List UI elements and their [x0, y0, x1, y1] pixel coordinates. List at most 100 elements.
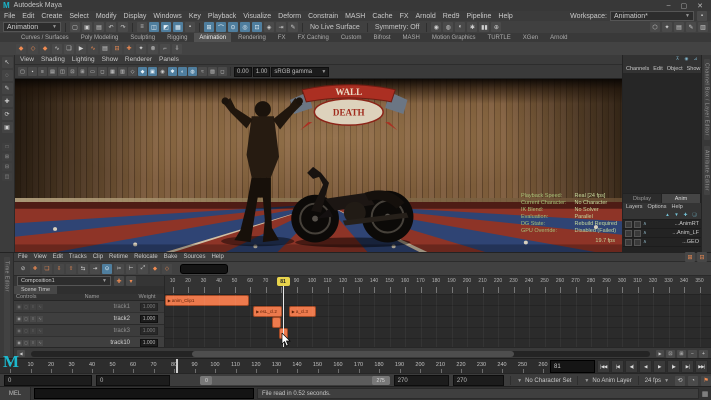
channel-box-menu-edit[interactable]: Edit [653, 66, 662, 72]
menu-edit[interactable]: Edit [22, 13, 34, 20]
time-editor-menu-view[interactable]: View [34, 254, 47, 260]
undo-icon[interactable]: ↶ [106, 22, 116, 32]
track-control-icon[interactable]: ◼ [16, 327, 22, 334]
bookmarks-icon[interactable]: ▤ [48, 67, 57, 76]
channel-box-menu-show[interactable]: Show [687, 66, 701, 72]
wireframe-icon[interactable]: ◇ [128, 67, 137, 76]
motion-blur-icon[interactable]: ≈ [198, 67, 207, 76]
te-frame-all-icon[interactable]: ⊡ [666, 349, 675, 358]
channel-box-empty-area[interactable] [623, 74, 701, 193]
shaded-icon[interactable]: ◆ [138, 67, 147, 76]
menu-deform[interactable]: Deform [278, 13, 301, 20]
select-by-type-icon[interactable]: ▦ [173, 22, 183, 32]
layer-mute-toggle[interactable] [625, 238, 632, 246]
time-editor-menu-bake[interactable]: Bake [164, 254, 178, 260]
time-editor-menu-edit[interactable]: Edit [53, 254, 63, 260]
color-management-dropdown[interactable]: sRGB gamma ▼ [271, 66, 330, 77]
shelf-tab-bifrost[interactable]: Bifrost [369, 33, 396, 42]
menu-mash[interactable]: MASH [345, 13, 365, 20]
select-object-icon[interactable]: ◫ [149, 22, 159, 32]
minimize-button[interactable]: – [667, 2, 671, 10]
time-editor-ruler[interactable]: 1020304050607080901001101201301401501601… [165, 276, 711, 295]
te-dock-icon[interactable]: ⊞ [685, 252, 695, 262]
viewport-menu-view[interactable]: View [20, 56, 34, 63]
motion-trail-icon[interactable]: ∿ [52, 43, 62, 54]
range-end-handle[interactable]: 275 [371, 376, 390, 385]
step-back-frame-button[interactable]: |◀ [611, 360, 624, 373]
track-control-icon[interactable]: ◼ [16, 315, 22, 322]
open-scene-icon[interactable]: ▣ [82, 22, 92, 32]
playhead-flag[interactable]: 81 [276, 277, 290, 286]
move-layer-down-icon[interactable]: ▼ [673, 211, 680, 218]
menu-modify[interactable]: Modify [96, 13, 117, 20]
shelf-tab-fx[interactable]: FX [273, 33, 291, 42]
hik-character-icon[interactable]: ✦ [136, 43, 146, 54]
track-control-icon[interactable]: ◻ [23, 339, 29, 346]
evaluation-icon[interactable]: ⊕ [491, 22, 502, 32]
channel-box-manip-icon[interactable]: ◉ [683, 56, 690, 62]
graph-editor-icon[interactable]: ∿ [88, 43, 98, 54]
render-settings-icon[interactable]: ✱ [467, 22, 478, 32]
te-import-anim-icon[interactable]: ⇩ [54, 263, 64, 274]
track-control-icon[interactable]: ◻ [23, 315, 29, 322]
composition-options-icon[interactable]: ▾ [126, 276, 136, 286]
time-editor-icon[interactable]: ⊟ [112, 43, 122, 54]
menu-red9[interactable]: Red9 [443, 13, 460, 20]
gamma-field[interactable]: 1.00 [252, 66, 271, 77]
anim-layer-row[interactable]: ∧ ...AnimRT [623, 220, 701, 229]
step-back-key-button[interactable]: ◀| [625, 360, 638, 373]
te-set-key-icon[interactable]: ◆ [150, 263, 160, 274]
te-layout-icon[interactable]: ⊟ [697, 252, 707, 262]
bake-anim-icon[interactable]: ⇩ [172, 43, 182, 54]
step-forward-frame-button[interactable]: ▶| [681, 360, 694, 373]
viewport-menu-renderer[interactable]: Renderer [125, 56, 152, 63]
constraint-icon[interactable]: ⊗ [148, 43, 158, 54]
track-row-track1[interactable]: ◼ ◻ ≡ ∿ track1 1.000 [14, 301, 164, 313]
empty-anim-layer-icon[interactable]: ✚ [682, 211, 689, 218]
shelf-tab-custom[interactable]: Custom [336, 33, 367, 42]
field-chart-icon[interactable]: ▥ [118, 67, 127, 76]
time-editor-menu-sources[interactable]: Sources [183, 254, 205, 260]
resolution-gate-icon[interactable]: ◻ [98, 67, 107, 76]
layer-mute-toggle[interactable] [625, 229, 632, 237]
te-zoom-out-icon[interactable]: − [688, 349, 697, 358]
track-control-icon[interactable]: ≡ [30, 315, 36, 322]
te-ripple-edit-icon[interactable]: ⇆ [78, 263, 88, 274]
te-add-clip-icon[interactable]: ✚ [30, 263, 40, 274]
track-weight-value[interactable]: 1.000 [139, 326, 159, 335]
character-set-dropdown[interactable]: ▼ No Character Set [517, 378, 571, 384]
workspace-dropdown[interactable]: Animation* ▼ [610, 11, 694, 21]
track-control-icon[interactable]: ◻ [23, 327, 29, 334]
ipr-render-icon[interactable]: ◐ [455, 22, 466, 32]
snap-to-curve-icon[interactable]: ⌒ [216, 22, 226, 32]
menu-pipeline[interactable]: Pipeline [466, 13, 491, 20]
layout-two-pane-stacked-icon[interactable]: ⊟ [2, 163, 12, 171]
go-to-end-button[interactable]: ▶▶| [695, 360, 708, 373]
viewport-menu-panels[interactable]: Panels [159, 56, 179, 63]
anim-layer-from-selected-icon[interactable]: ❏ [691, 211, 698, 218]
track-control-icon[interactable]: ◼ [16, 303, 22, 310]
2d-pan-zoom-icon[interactable]: ⊡ [68, 67, 77, 76]
layer-solo-toggle[interactable] [634, 238, 641, 246]
shelf-tab-rigging[interactable]: Rigging [162, 33, 192, 42]
te-insert-mode-icon[interactable]: ⇥ [90, 263, 100, 274]
rotate-tool-icon[interactable]: ⟳ [1, 109, 13, 120]
te-trim-clip-icon[interactable]: ⊢ [126, 263, 136, 274]
track-control-icon[interactable]: ∿ [37, 303, 43, 310]
track-control-icon[interactable]: ∿ [37, 327, 43, 334]
menu-file[interactable]: File [4, 13, 15, 20]
te-export-anim-icon[interactable]: ⇧ [66, 263, 76, 274]
time-editor-menu-relocate[interactable]: Relocate [134, 254, 158, 260]
shelf-tab-mash[interactable]: MASH [398, 33, 425, 42]
shelf-tab-animation[interactable]: Animation [194, 33, 232, 42]
track-control-icon[interactable]: ◼ [16, 339, 22, 346]
play-forward-button[interactable]: ▶ [653, 360, 666, 373]
image-plane-icon[interactable]: ◫ [58, 67, 67, 76]
set-breakdown-icon[interactable]: ◇ [28, 43, 38, 54]
layout-four-pane-icon[interactable]: ⊞ [2, 153, 12, 161]
track-control-icon[interactable]: ≡ [30, 339, 36, 346]
track-weight-value[interactable]: 1.000 [139, 314, 159, 323]
no-live-surface-label[interactable]: No Live Surface [310, 24, 360, 31]
layer-tab-display[interactable]: Display [623, 194, 662, 203]
layer-solo-toggle[interactable] [634, 220, 641, 228]
